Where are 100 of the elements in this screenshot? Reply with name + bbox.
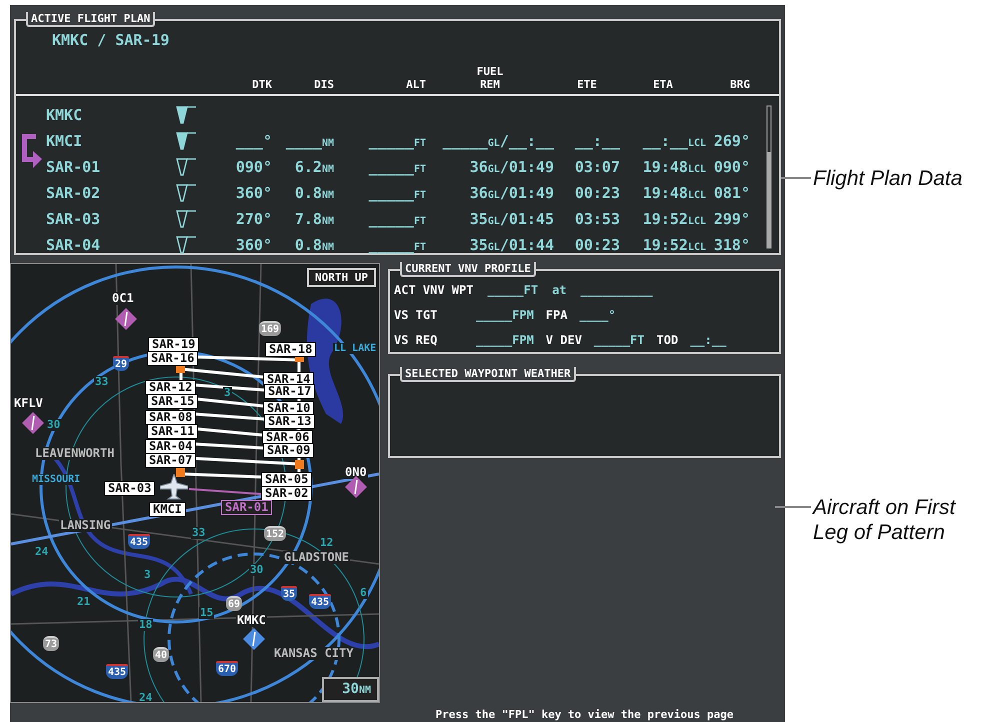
waypoint-name: SAR-03 — [46, 210, 102, 228]
distance-value: 6.2NM — [294, 158, 334, 176]
place-label: LL LAKE — [333, 343, 378, 354]
column-header: DIS — [313, 78, 334, 91]
map-range: 30NM — [322, 677, 379, 702]
column-header: ETE — [576, 78, 598, 91]
fuel-remaining-value: 35GL/01:44 — [468, 236, 554, 254]
waypoint-label: SAR-05 — [261, 472, 312, 487]
highway-shield: 152 — [264, 526, 286, 541]
altitude-value: _____FT — [368, 158, 426, 176]
flight-plan-row[interactable]: SAR-01 090° 6.2NM _____FT 36GL/01:49 03:07 19:48LCL 090° — [16, 154, 779, 180]
flight-plan-row[interactable]: KMKC — [16, 102, 779, 128]
eta-value: __:__LCL — [642, 132, 706, 150]
highway-shield: 40 — [153, 647, 170, 662]
place-label: KANSAS CITY — [273, 647, 354, 660]
field-value: ____° — [579, 308, 616, 322]
column-header: ETA — [652, 78, 674, 91]
waypoint-name: SAR-02 — [46, 184, 102, 202]
waypoint-label: KMCI — [149, 502, 186, 517]
field-value: __________ — [580, 282, 653, 296]
place-label: LEAVENWORTH — [34, 447, 116, 460]
panel-title: CURRENT VNV PROFILE — [400, 262, 536, 277]
bearing-value: 269° — [712, 132, 750, 150]
altitude-value: _____FT — [368, 132, 426, 150]
waypoint-label: SAR-04 — [145, 439, 196, 454]
compass-label: 21 — [76, 596, 92, 608]
field-value: __:__ — [690, 332, 726, 346]
fuel-remaining-value: 36GL/01:49 — [468, 158, 554, 176]
bearing-value: 299° — [712, 210, 750, 228]
place-label: MISSOURI — [31, 474, 82, 485]
column-header: BRG — [729, 78, 750, 91]
bearing-value: 090° — [712, 158, 750, 176]
dtk-value: 090° — [234, 158, 272, 176]
orientation-label[interactable]: NORTH UP — [307, 268, 376, 287]
highway-shield: 35 — [281, 586, 298, 601]
flight-plan-row[interactable]: SAR-03 270° 7.8NM _____FT 35GL/01:45 03:53 19:52LCL 299° — [16, 206, 779, 232]
field-label: V DEV — [546, 332, 582, 346]
airport-label: 0C1 — [111, 292, 135, 305]
fuel-remaining-value: 35GL/01:45 — [468, 210, 554, 228]
compass-label: 30 — [46, 419, 62, 431]
dtk-value: ___° — [234, 132, 272, 150]
altitude-value: _____FT — [368, 236, 426, 254]
waypoint-label: SAR-15 — [147, 394, 198, 409]
field-label: FPA — [546, 308, 568, 322]
compass-label: 24 — [138, 692, 154, 702]
panel-title: ACTIVE FLIGHT PLAN — [26, 12, 156, 27]
eta-value: 19:48LCL — [642, 158, 706, 176]
field-label: VS TGT — [394, 308, 438, 322]
waypoint-label: SAR-18 — [265, 342, 316, 357]
airport-label: KMKC — [236, 614, 267, 627]
field-label: TOD — [656, 332, 678, 346]
waypoint-label: SAR-16 — [147, 351, 198, 366]
distance-value: 0.8NM — [294, 184, 334, 202]
waypoint-label: SAR-13 — [264, 414, 316, 429]
flight-plan-row[interactable]: KMCI ___° ____NM _____FT _____GL/__:__ __:__ __:__LCL 269° — [16, 128, 779, 154]
fuel-remaining-value: _____GL/__:__ — [442, 132, 554, 150]
callout-text: Flight Plan Data — [813, 166, 962, 191]
highway-shield: 435 — [106, 664, 128, 679]
highway-shield: 29 — [113, 356, 130, 371]
compass-label: 3 — [143, 569, 152, 581]
field-value: at — [552, 282, 567, 296]
distance-value: 7.8NM — [294, 210, 334, 228]
highway-shield: 69 — [226, 596, 242, 611]
compass-label: 6 — [359, 587, 368, 599]
place-label: GLADSTONE — [283, 551, 350, 564]
waypoint-label: SAR-02 — [261, 486, 312, 501]
dtk-value: 270° — [234, 210, 272, 228]
compass-label: 15 — [199, 607, 214, 619]
panel-title: SELECTED WAYPOINT WEATHER — [400, 367, 576, 382]
bearing-value: 318° — [712, 236, 750, 254]
waypoint-label: SAR-19 — [148, 337, 200, 352]
ete-value: 00:23 — [574, 236, 620, 254]
bearing-value: 081° — [712, 184, 750, 202]
field-value: _____FT — [594, 332, 644, 346]
highway-shield: 435 — [309, 594, 332, 609]
compass-label: 30 — [249, 564, 264, 576]
flight-plan-row[interactable]: SAR-04 360° 0.8NM _____FT 35GL/01:44 00:23 19:52LCL 318° — [16, 232, 779, 258]
eta-value: 19:48LCL — [642, 184, 706, 202]
field-value: _____FT — [487, 282, 538, 296]
waypoint-label: SAR-09 — [263, 443, 314, 458]
flight-plan-row[interactable]: SAR-02 360° 0.8NM _____FT 36GL/01:49 00:23 19:48LCL 081° — [16, 180, 779, 206]
fuel-remaining-value: 36GL/01:49 — [468, 184, 554, 202]
waypoint-name: SAR-01 — [46, 158, 102, 176]
field-label: VS REQ — [394, 332, 438, 346]
waypoint-label: SAR-07 — [145, 453, 196, 468]
aircraft-icon — [160, 474, 188, 500]
waypoint-name: KMCI — [46, 132, 84, 150]
column-header: ALT — [405, 78, 426, 91]
eta-value: 19:52LCL — [642, 210, 706, 228]
ete-value: 03:53 — [574, 210, 620, 228]
waypoint-label: SAR-11 — [147, 424, 198, 439]
waypoint-label: SAR-03 — [104, 481, 156, 496]
compass-label: 12 — [319, 537, 334, 549]
highway-shield: 169 — [259, 321, 282, 336]
field-value: _____FPM — [476, 308, 534, 322]
dtk-value: 360° — [234, 236, 272, 254]
column-header: DTK — [251, 78, 272, 91]
column-header: FUEL REM — [476, 65, 504, 91]
status-message: Press the "FPL" key to view the previous page — [434, 708, 734, 722]
field-label: ACT VNV WPT — [394, 282, 474, 296]
